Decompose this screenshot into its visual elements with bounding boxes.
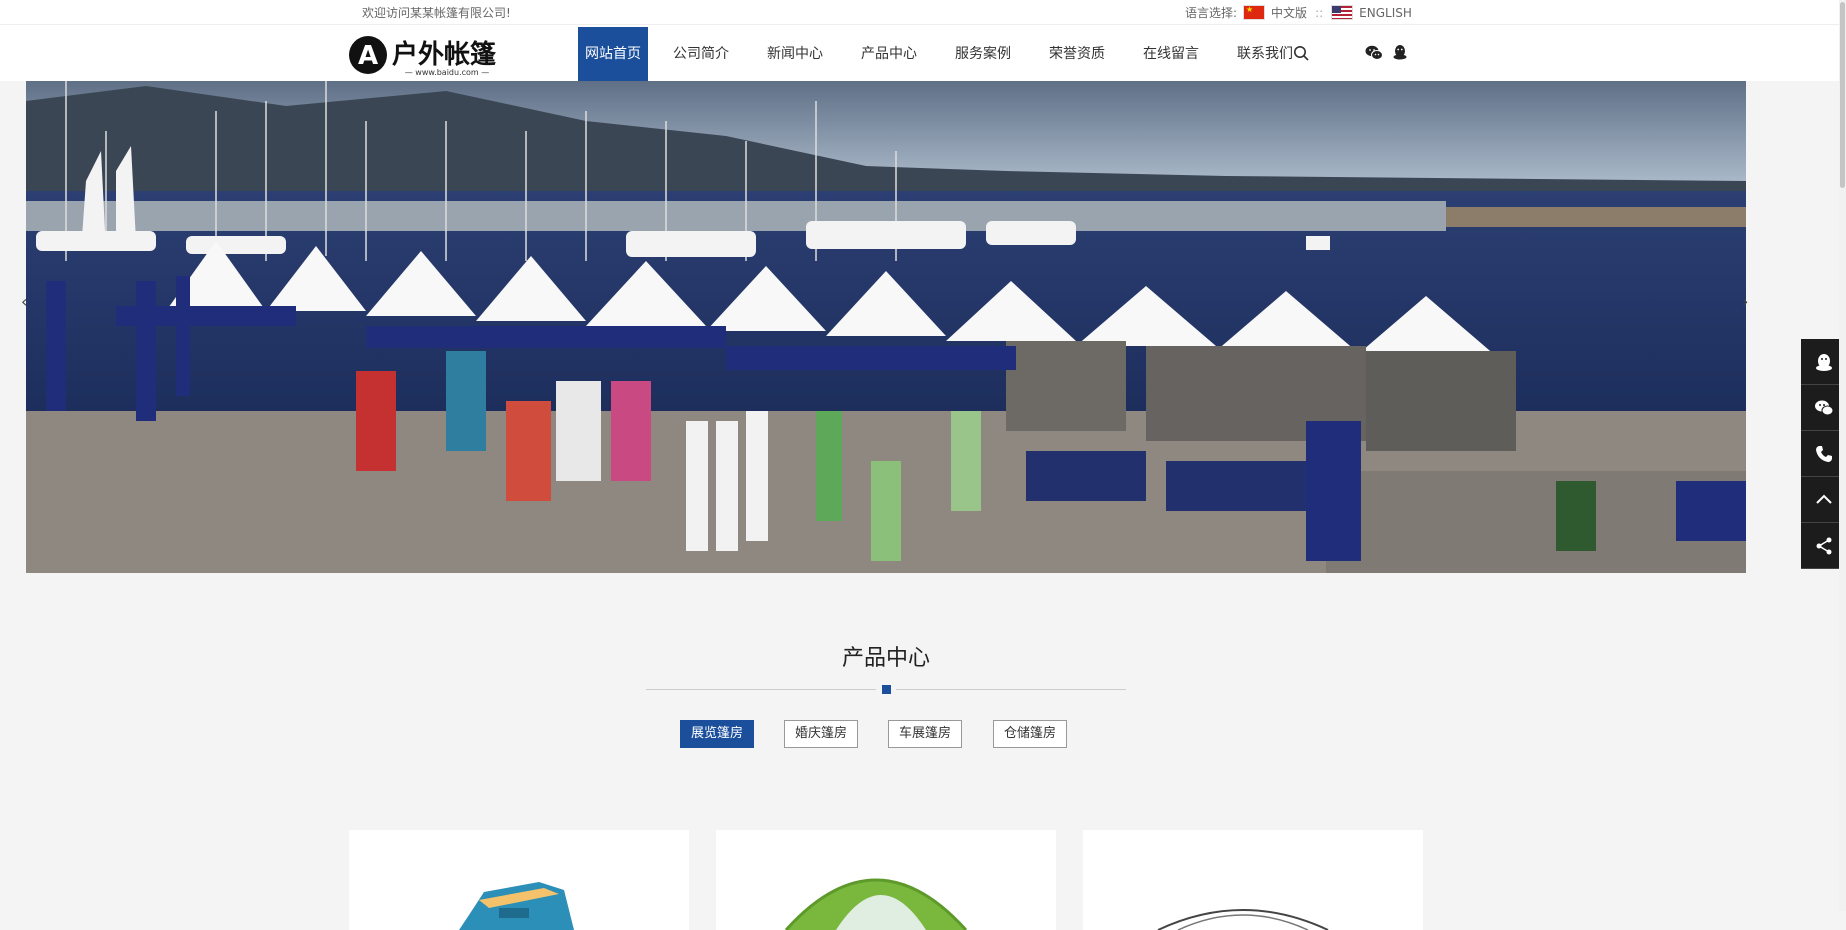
tab-storage-tent[interactable]: 仓储篷房	[993, 720, 1067, 748]
wechat-icon[interactable]	[1365, 45, 1383, 61]
product-card-3[interactable]	[1083, 830, 1423, 930]
us-flag-icon[interactable]	[1331, 5, 1354, 20]
hero-banner[interactable]	[26, 81, 1746, 573]
logo-subtext: — www.baidu.com —	[405, 68, 490, 77]
share-icon	[1816, 537, 1831, 554]
nav-honors[interactable]: 荣誉资质	[1042, 27, 1112, 81]
china-flag-icon[interactable]	[1243, 5, 1266, 20]
phone-icon	[1815, 445, 1832, 462]
lang-separator: ::	[1315, 5, 1324, 20]
tab-exhibition-tent[interactable]: 展览篷房	[680, 720, 754, 748]
banner-prev-arrow-icon[interactable]: ‹	[21, 292, 27, 311]
banner-image	[26, 81, 1746, 573]
nav-home[interactable]: 网站首页	[578, 27, 648, 81]
nav-about[interactable]: 公司简介	[666, 27, 736, 81]
page-scrollbar[interactable]	[1839, 0, 1846, 911]
back-to-top-icon	[1815, 494, 1832, 504]
title-divider-square	[882, 685, 891, 694]
qq-icon	[1815, 353, 1832, 371]
tab-wedding-tent[interactable]: 婚庆篷房	[784, 720, 858, 748]
section-title: 产品中心	[841, 646, 930, 671]
language-switcher: 语言选择: 中文版 :: ENGLISH	[1185, 4, 1412, 21]
language-label: 语言选择:	[1185, 6, 1238, 20]
search-icon[interactable]	[1293, 45, 1309, 61]
wechat-icon	[1814, 400, 1833, 415]
site-logo[interactable]: A 户外帐篷 — www.baidu.com —	[348, 33, 508, 77]
svg-text:A: A	[358, 41, 378, 71]
nav-products[interactable]: 产品中心	[854, 27, 924, 81]
title-divider-right	[896, 689, 1126, 690]
main-nav: 网站首页 公司简介 新闻中心 产品中心 服务案例 荣誉资质 在线留言 联系我们	[578, 27, 1324, 81]
lang-chinese-link[interactable]: 中文版	[1271, 4, 1307, 21]
nav-news[interactable]: 新闻中心	[760, 27, 830, 81]
welcome-text: 欢迎访问某某帐篷有限公司!	[362, 6, 511, 20]
top-bar: 欢迎访问某某帐篷有限公司! 语言选择: 中文版 :: ENGLISH	[0, 0, 1846, 25]
banner-next-arrow-icon[interactable]: ›	[1742, 292, 1748, 311]
header: A 户外帐篷 — www.baidu.com — 网站首页 公司简介 新闻中心 …	[0, 25, 1846, 81]
title-divider-left	[646, 689, 876, 690]
logo-text: 户外帐篷	[392, 39, 497, 70]
product-image-1	[459, 882, 574, 930]
nav-message[interactable]: 在线留言	[1136, 27, 1206, 81]
tab-auto-show-tent[interactable]: 车展篷房	[888, 720, 962, 748]
product-image-3	[1157, 909, 1329, 930]
lang-english-link[interactable]: ENGLISH	[1359, 6, 1412, 20]
product-image-2	[784, 878, 968, 930]
qq-icon[interactable]	[1392, 44, 1408, 61]
product-card-2[interactable]	[716, 830, 1056, 930]
nav-contact[interactable]: 联系我们	[1230, 27, 1300, 81]
nav-cases[interactable]: 服务案例	[948, 27, 1018, 81]
product-card-1[interactable]	[349, 830, 689, 930]
scrollbar-thumb[interactable]	[1840, 2, 1845, 188]
